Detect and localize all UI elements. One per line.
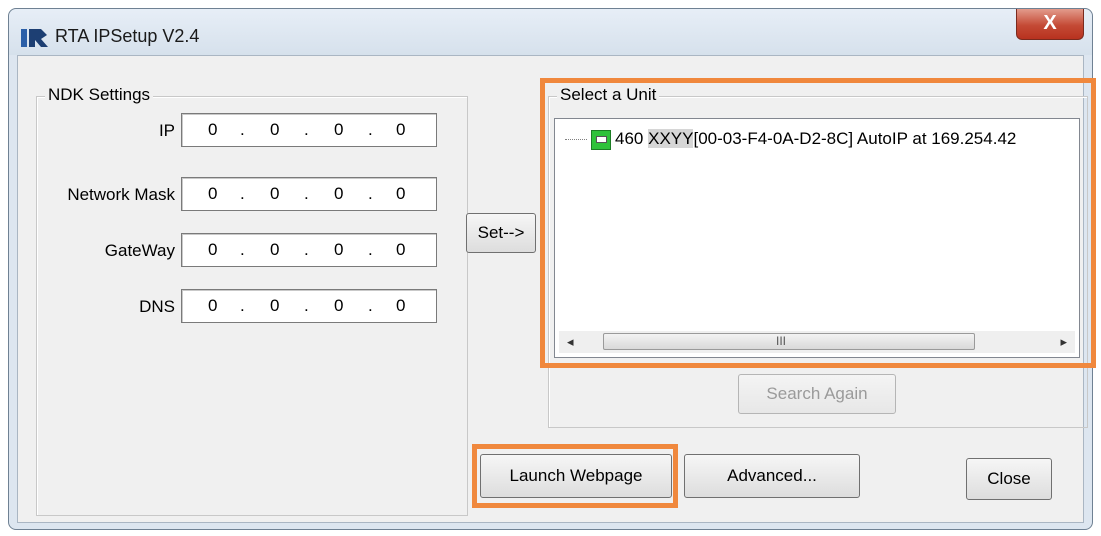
gateway-dot: . [240,240,245,259]
mask-octet-3: 0 [334,184,344,203]
gateway-octet-3: 0 [334,240,344,259]
ndk-settings-label: NDK Settings [45,85,154,105]
gateway-dot: . [304,240,309,259]
ip-octet-4: 0 [396,120,406,139]
window-title: RTA IPSetup V2.4 [55,26,200,46]
dns-octet-3: 0 [334,296,344,315]
dns-dot: . [368,296,373,315]
title-bar[interactable]: RTA IPSetup V2.4 X [9,9,1092,55]
dns-octet-2: 0 [270,296,280,315]
ip-dot: . [240,120,245,139]
mask-dot: . [240,184,245,203]
window-close-button[interactable]: X [1016,9,1084,40]
ip-dot: . [304,120,309,139]
ndk-settings-group: NDK Settings IP 0 . 0 . 0 . 0 Network Ma… [36,85,468,516]
ip-address-field[interactable]: 0 . 0 . 0 . 0 [181,113,437,147]
dns-field[interactable]: 0 . 0 . 0 . 0 [181,289,437,323]
ip-octet-3: 0 [334,120,344,139]
ip-octet-2: 0 [270,120,280,139]
dns-dot: . [240,296,245,315]
network-mask-label: Network Mask [67,185,175,204]
close-button[interactable]: Close [966,458,1052,500]
set-button[interactable]: Set--> [466,213,536,253]
rta-logo-icon [21,29,48,47]
mask-dot: . [368,184,373,203]
network-mask-field[interactable]: 0 . 0 . 0 . 0 [181,177,437,211]
mask-dot: . [304,184,309,203]
mask-octet-2: 0 [270,184,280,203]
gateway-octet-2: 0 [270,240,280,259]
gateway-field[interactable]: 0 . 0 . 0 . 0 [181,233,437,267]
ip-dot: . [368,120,373,139]
gateway-dot: . [368,240,373,259]
dialog-body: NDK Settings IP 0 . 0 . 0 . 0 Network Ma… [17,55,1096,523]
gateway-octet-4: 0 [396,240,406,259]
advanced-button[interactable]: Advanced... [684,454,860,498]
dns-octet-1: 0 [208,296,218,315]
dns-octet-4: 0 [396,296,406,315]
search-again-button[interactable]: Search Again [738,374,896,414]
mask-octet-4: 0 [396,184,406,203]
gateway-label: GateWay [104,241,175,260]
dns-dot: . [304,296,309,315]
ip-label: IP [158,121,175,140]
gateway-octet-1: 0 [208,240,218,259]
ip-octet-1: 0 [208,120,218,139]
dns-label: DNS [139,297,175,316]
app-window: RTA IPSetup V2.4 X NDK Settings IP 0 . 0… [8,8,1096,530]
mask-octet-1: 0 [208,184,218,203]
launch-webpage-highlight [472,444,678,508]
select-unit-highlight [540,78,1096,368]
